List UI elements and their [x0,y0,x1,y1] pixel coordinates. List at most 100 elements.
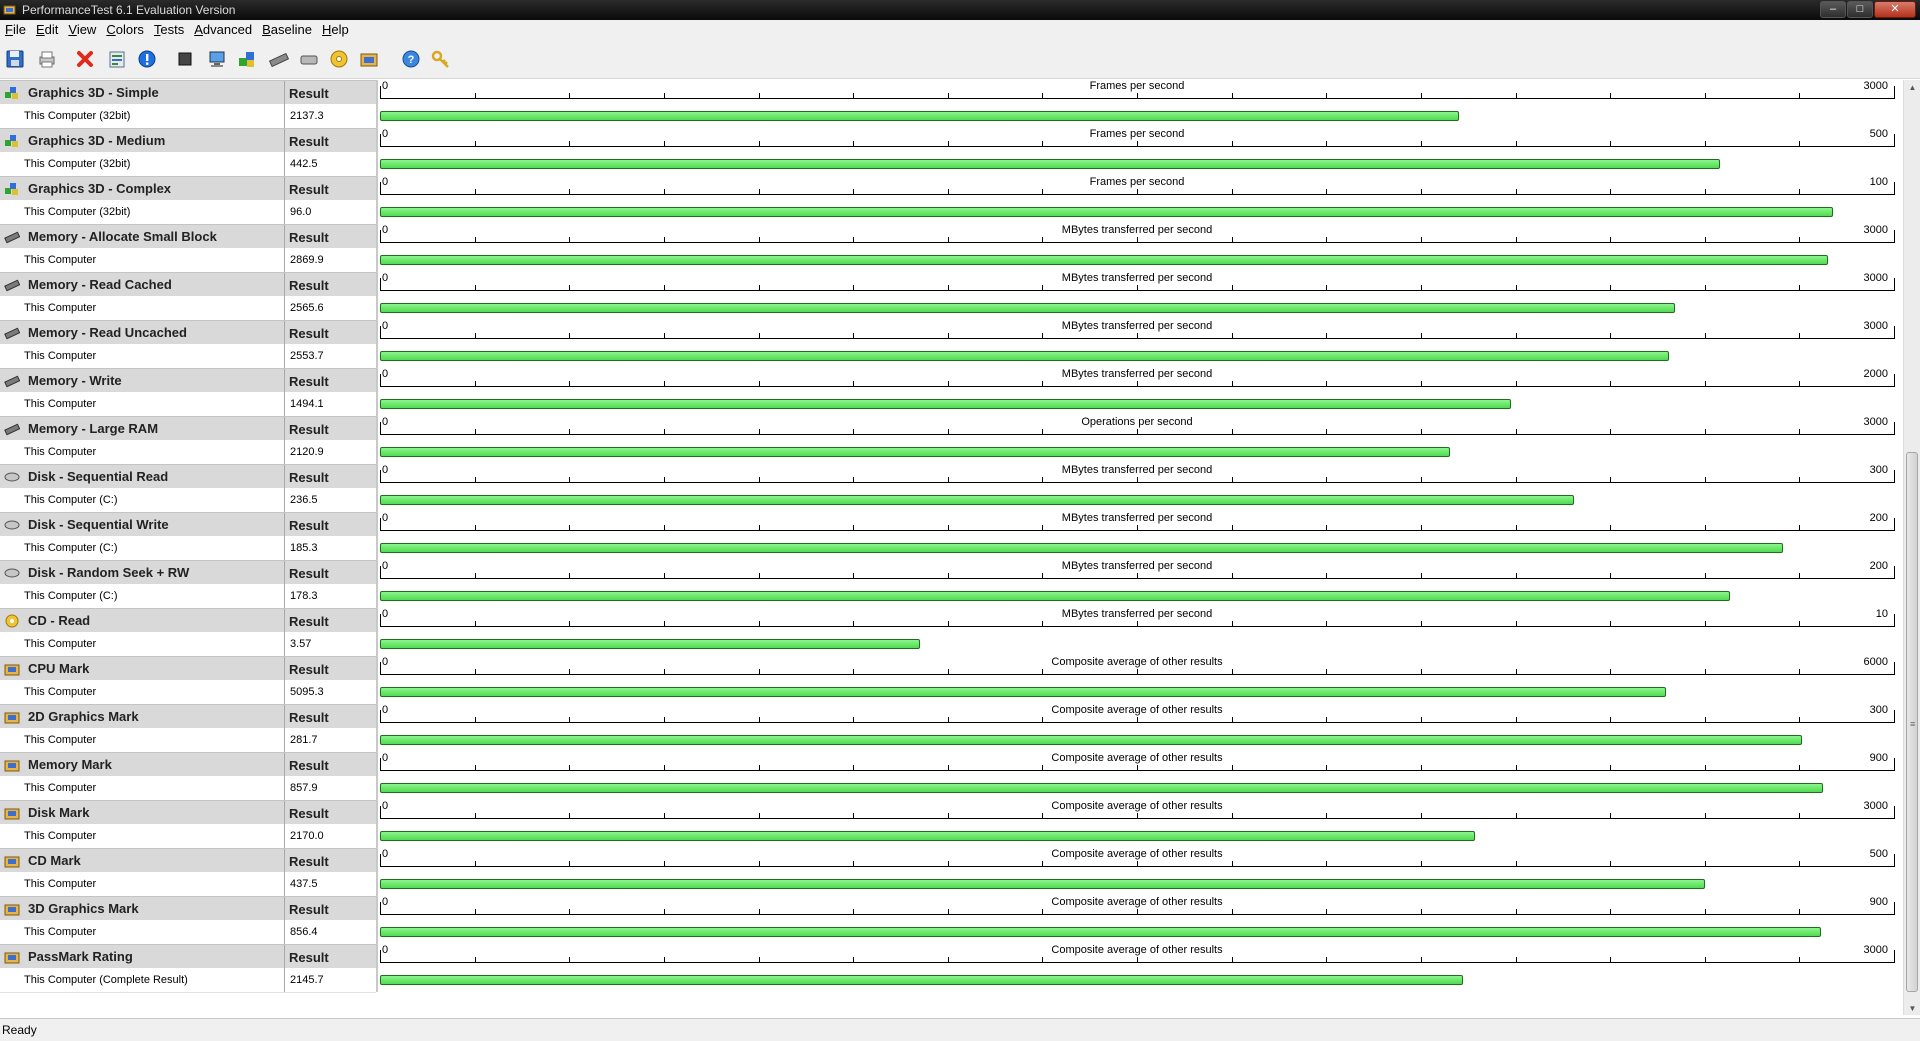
test-header-disk-sequential-write[interactable]: Disk - Sequential Write Result [0,512,376,537]
menu-tests[interactable]: Tests [149,20,189,40]
result-row[interactable]: This Computer 857.9 [0,776,376,801]
menu-label-rest: aseline [270,22,312,37]
test-header-disk-mark[interactable]: Disk Mark Result [0,800,376,825]
run-all-button[interactable] [356,46,382,72]
key-button[interactable] [428,46,454,72]
result-row[interactable]: This Computer (32bit) 2137.3 [0,104,376,129]
scale-tick [1421,573,1422,579]
scale-tick [1516,525,1517,531]
result-column-header: Result [289,710,329,725]
save-button[interactable] [2,46,28,72]
test-header-memory-allocate-small-block[interactable]: Memory - Allocate Small Block Result [0,224,376,249]
menu-view[interactable]: View [63,20,101,40]
test-header-memory-large-ram[interactable]: Memory - Large RAM Result [0,416,376,441]
stop-button[interactable] [172,46,198,72]
column-separator [284,513,285,537]
test-header-3d-graphics-mark[interactable]: 3D Graphics Mark Result [0,896,376,921]
print-button[interactable] [34,46,60,72]
column-separator [284,584,285,608]
result-row[interactable]: This Computer 2170.0 [0,824,376,849]
menu-edit[interactable]: Edit [31,20,63,40]
help-button[interactable]: ? [398,46,424,72]
scale-tick [1232,285,1233,291]
vertical-scrollbar[interactable]: ▲ ≡ ▼ [1903,80,1920,1015]
scale-tick [1326,141,1327,147]
result-row[interactable]: This Computer (32bit) 442.5 [0,152,376,177]
menu-advanced[interactable]: Advanced [189,20,257,40]
scale-tick [1421,189,1422,195]
menu-baseline[interactable]: Baseline [257,20,317,40]
scale-tick [475,669,476,675]
result-row[interactable]: This Computer (Complete Result) 2145.7 [0,968,376,993]
result-row[interactable]: This Computer (C:) 178.3 [0,584,376,609]
scroll-up-arrow-icon[interactable]: ▲ [1904,80,1920,94]
test-name: Memory - Read Uncached [28,325,187,340]
test-header-memory-read-uncached[interactable]: Memory - Read Uncached Result [0,320,376,345]
result-row[interactable]: This Computer 1494.1 [0,392,376,417]
memory-test-button[interactable] [266,46,292,72]
graphics-3d-icon [5,87,18,99]
minimize-button[interactable]: – [1820,1,1846,18]
test-header-cd-read[interactable]: CD - Read Result [0,608,376,633]
scale-tick [948,909,949,915]
scale-min-label: 0 [382,896,389,908]
menu-help[interactable]: Help [317,20,354,40]
maximize-button[interactable]: □ [1847,1,1873,18]
result-row[interactable]: This Computer 5095.3 [0,680,376,705]
result-row[interactable]: This Computer 2565.6 [0,296,376,321]
scale-tick [664,813,665,819]
disk-test-button[interactable] [296,46,322,72]
menu-file[interactable]: File [0,20,31,40]
scroll-thumb[interactable]: ≡ [1906,452,1918,992]
test-header-cd-mark[interactable]: CD Mark Result [0,848,376,873]
test-header-cpu-mark[interactable]: CPU Mark Result [0,656,376,681]
test-header-2d-graphics-mark[interactable]: 2D Graphics Mark Result [0,704,376,729]
result-row[interactable]: This Computer 2120.9 [0,440,376,465]
result-bar [380,735,1802,745]
unit-label: Frames per second [1089,128,1185,140]
graphics-test-button[interactable] [234,46,260,72]
result-row[interactable]: This Computer 856.4 [0,920,376,945]
test-header-disk-sequential-read[interactable]: Disk - Sequential Read Result [0,464,376,489]
scale-tick [1894,422,1895,435]
cd-test-button[interactable] [326,46,352,72]
test-header-disk-random-seek-rw[interactable]: Disk - Random Seek + RW Result [0,560,376,585]
result-bar [380,975,1463,985]
scale-min-label: 0 [382,752,389,764]
test-header-memory-mark[interactable]: Memory Mark Result [0,752,376,777]
result-column-header: Result [289,470,329,485]
column-separator [284,824,285,848]
close-button[interactable]: ✕ [1874,1,1916,18]
scale-tick [759,621,760,627]
result-row[interactable]: This Computer (C:) 236.5 [0,488,376,513]
unit-label: Composite average of other results [1051,656,1223,668]
scale-tick [1232,669,1233,675]
result-column-header: Result [289,278,329,293]
info-button[interactable] [134,46,160,72]
test-header-graphics-3d-medium[interactable]: Graphics 3D - Medium Result [0,128,376,153]
result-row[interactable]: This Computer (32bit) 96.0 [0,200,376,225]
scroll-down-arrow-icon[interactable]: ▼ [1904,1001,1920,1015]
test-header-passmark-rating[interactable]: PassMark Rating Result [0,944,376,969]
scale-tick [853,189,854,195]
menu-colors[interactable]: Colors [101,20,149,40]
result-row[interactable]: This Computer 437.5 [0,872,376,897]
result-row[interactable]: This Computer (C:) 185.3 [0,536,376,561]
result-row[interactable]: This Computer 2553.7 [0,344,376,369]
test-header-graphics-3d-complex[interactable]: Graphics 3D - Complex Result [0,176,376,201]
scale-tick [569,237,570,243]
result-row[interactable]: This Computer 3.57 [0,632,376,657]
scale-tick [380,950,381,963]
column-separator [284,369,285,393]
test-header-memory-read-cached[interactable]: Memory - Read Cached Result [0,272,376,297]
stop-icon [178,52,192,66]
computer-button[interactable] [204,46,230,72]
result-row[interactable]: This Computer 281.7 [0,728,376,753]
result-row[interactable]: This Computer 2869.9 [0,248,376,273]
export-button[interactable] [104,46,130,72]
delete-button[interactable] [72,46,98,72]
test-header-memory-write[interactable]: Memory - Write Result [0,368,376,393]
scale-min-label: 0 [382,224,389,236]
scale-tick [380,374,381,387]
test-header-graphics-3d-simple[interactable]: Graphics 3D - Simple Result [0,80,376,105]
